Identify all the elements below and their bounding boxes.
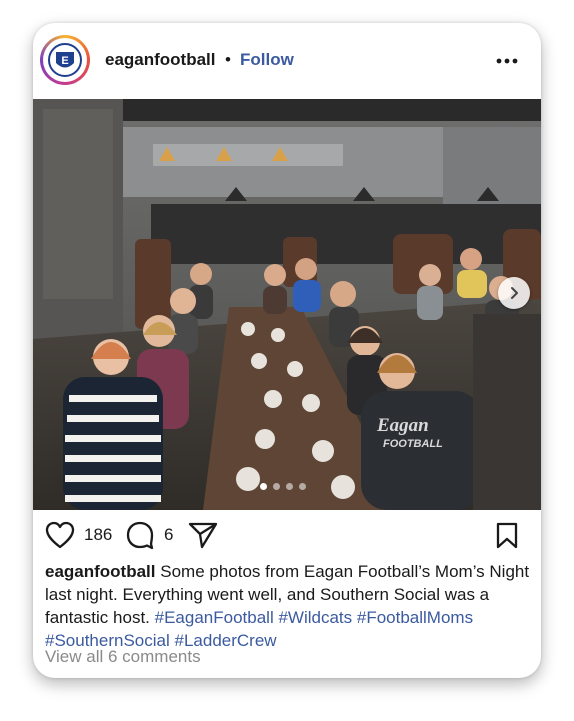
heart-icon	[45, 521, 75, 549]
comment-button[interactable]: 6	[125, 510, 173, 560]
comment-icon	[126, 521, 154, 550]
carousel-dot	[286, 483, 293, 490]
post-photo[interactable]: Eagan FOOTBALL	[33, 99, 541, 510]
post-username[interactable]: eaganfootball	[105, 50, 216, 70]
carousel-dot	[299, 483, 306, 490]
carousel-dot	[273, 483, 280, 490]
share-button[interactable]	[188, 510, 218, 560]
share-icon	[188, 522, 218, 549]
svg-text:E: E	[61, 55, 68, 67]
group-photo-image: Eagan FOOTBALL	[33, 99, 541, 510]
bookmark-icon	[496, 522, 518, 549]
svg-text:FOOTBALL: FOOTBALL	[383, 438, 443, 450]
post-card: E eaganfootball • Follow Eagan FOOTBALL …	[33, 23, 541, 678]
separator-dot: •	[225, 50, 231, 69]
hashtag-link[interactable]: #FootballMoms	[357, 608, 473, 627]
post-header: E eaganfootball • Follow	[33, 23, 541, 99]
view-comments-link[interactable]: View all 6 comments	[45, 647, 201, 667]
carousel-dot-active	[260, 483, 267, 490]
svg-text:Eagan: Eagan	[376, 415, 429, 436]
hashtag-link[interactable]: #EaganFootball	[155, 608, 274, 627]
follow-button[interactable]: Follow	[240, 50, 294, 70]
next-photo-button[interactable]	[498, 277, 530, 309]
more-options-icon[interactable]	[495, 57, 519, 65]
eagan-logo-icon: E	[48, 43, 82, 77]
post-caption: eaganfootball Some photos from Eagan Foo…	[45, 560, 533, 652]
avatar[interactable]: E	[40, 35, 90, 85]
like-button[interactable]: 186	[45, 510, 112, 560]
caption-username[interactable]: eaganfootball	[45, 562, 156, 581]
like-count: 186	[84, 525, 113, 544]
action-bar: 186 6	[33, 510, 541, 560]
comment-count: 6	[164, 525, 174, 544]
save-button[interactable]	[495, 510, 519, 560]
hashtag-link[interactable]: #Wildcats	[278, 608, 352, 627]
carousel-indicator	[260, 483, 306, 491]
chevron-right-icon	[511, 287, 518, 299]
